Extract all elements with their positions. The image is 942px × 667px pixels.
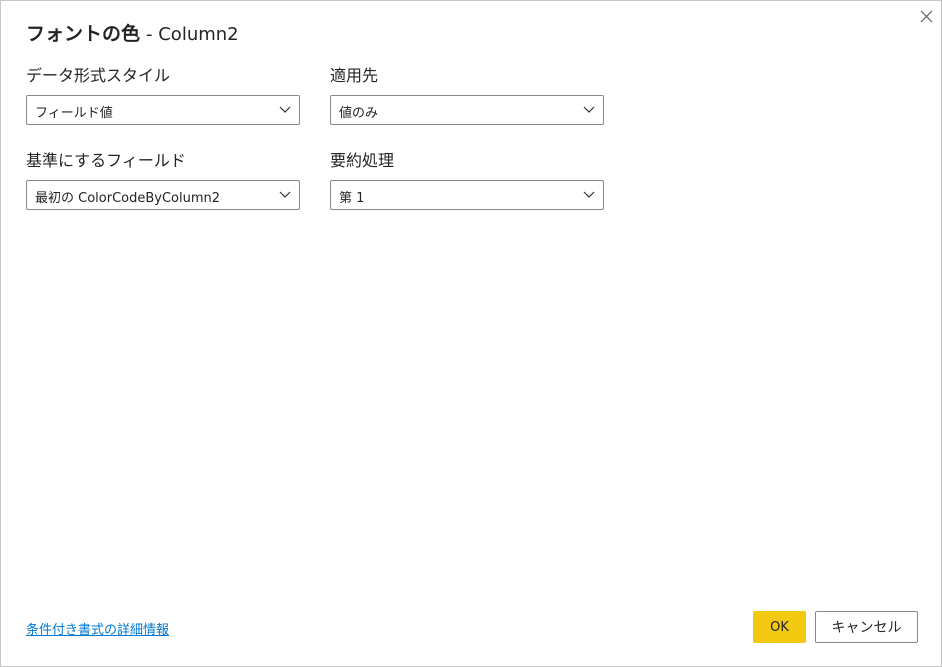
chevron-down-icon [583, 106, 595, 113]
ok-button[interactable]: OK [753, 611, 806, 643]
summarization-label: 要約処理 [330, 151, 395, 170]
summarization-dropdown[interactable]: 第 1 [330, 180, 604, 210]
font-color-dialog: フォントの色 - Column2 データ形式スタイル フィールド値 適用先 値のみ… [0, 0, 942, 667]
dialog-title: フォントの色 - Column2 [26, 19, 239, 46]
apply-to-dropdown[interactable]: 値のみ [330, 95, 604, 125]
apply-to-value: 値のみ [339, 106, 379, 121]
apply-to-label: 適用先 [330, 66, 379, 85]
close-button[interactable] [915, 7, 937, 29]
format-style-dropdown[interactable]: フィールド値 [26, 95, 300, 125]
chevron-down-icon [279, 106, 291, 113]
based-on-field-dropdown[interactable]: 最初の ColorCodeByColumn2 [26, 180, 300, 210]
format-style-value: フィールド値 [35, 106, 113, 121]
summarization-value: 第 1 [339, 191, 365, 206]
dialog-title-text: フォントの色 [26, 23, 141, 45]
conditional-formatting-help-link[interactable]: 条件付き書式の詳細情報 [26, 619, 169, 638]
chevron-down-icon [279, 191, 291, 198]
based-on-field-label: 基準にするフィールド [26, 151, 186, 170]
close-icon [920, 10, 933, 23]
chevron-down-icon [583, 191, 595, 198]
cancel-button[interactable]: キャンセル [815, 611, 918, 643]
dialog-title-suffix: - Column2 [146, 24, 239, 45]
based-on-field-value: 最初の ColorCodeByColumn2 [35, 191, 221, 206]
format-style-label: データ形式スタイル [26, 66, 171, 85]
